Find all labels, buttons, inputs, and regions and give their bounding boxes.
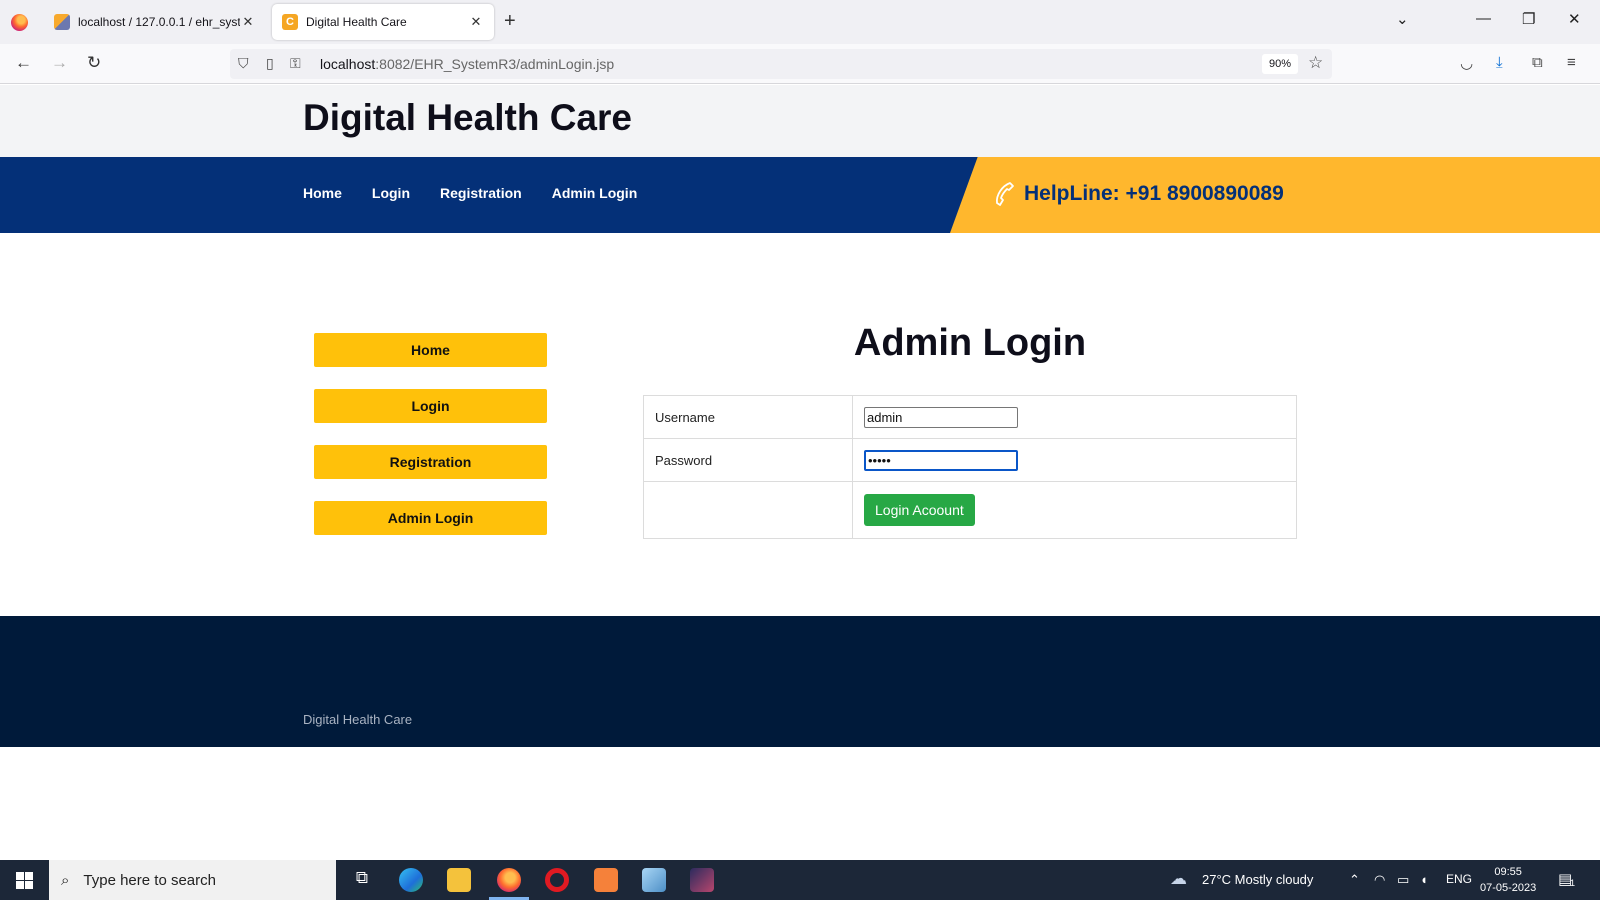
tab-title: Digital Health Care <box>306 15 407 29</box>
tab-digital-health-care[interactable]: C Digital Health Care ✕ <box>272 4 494 40</box>
close-tab-icon[interactable]: ✕ <box>468 14 484 30</box>
address-bar[interactable]: ⛉ ▯ ⚿ localhost:8082/EHR_SystemR3/adminL… <box>230 49 1332 79</box>
site-footer: Digital Health Care <box>0 616 1600 747</box>
edge-browser-icon[interactable] <box>399 868 423 892</box>
minimize-button[interactable]: — <box>1476 10 1491 27</box>
language-indicator[interactable]: ENG <box>1446 872 1472 886</box>
nav-link-login[interactable]: Login <box>372 185 410 201</box>
battery-icon[interactable]: ▭ <box>1397 872 1409 888</box>
list-all-tabs-icon[interactable]: ⌄ <box>1396 10 1409 28</box>
close-window-button[interactable]: ✕ <box>1568 10 1581 28</box>
firefox-menu-icon[interactable] <box>11 14 28 31</box>
weather-text[interactable]: 27°C Mostly cloudy <box>1202 872 1313 887</box>
volume-icon[interactable]: ◖ <box>1420 872 1428 887</box>
forward-arrow-icon[interactable]: → <box>51 53 68 73</box>
firefox-taskbar-icon[interactable] <box>497 868 521 892</box>
nav-links: Home Login Registration Admin Login <box>303 185 637 201</box>
login-account-button[interactable]: Login Acoount <box>864 494 975 526</box>
page-title: Admin Login <box>853 322 1087 364</box>
restore-button[interactable]: ❐ <box>1522 10 1535 28</box>
password-field[interactable] <box>864 449 1018 471</box>
phpmyadmin-favicon-icon <box>54 14 70 30</box>
username-field[interactable] <box>864 406 1018 428</box>
footer-text: Digital Health Care <box>303 712 413 727</box>
pocket-icon[interactable]: ◡ <box>1460 54 1473 72</box>
xampp-icon[interactable] <box>594 868 618 892</box>
url-text[interactable]: localhost:8082/EHR_SystemR3/adminLogin.j… <box>320 56 614 72</box>
network-icon[interactable]: ◠ <box>1374 872 1385 888</box>
downloads-icon[interactable]: ⤓ <box>1496 54 1503 71</box>
tab-phpmyadmin[interactable]: localhost / 127.0.0.1 / ehr_system ✕ <box>44 4 266 40</box>
login-form: Username Password Login Acoount <box>643 395 1297 539</box>
phone-icon <box>996 182 1014 206</box>
sidebar-menu: Home Login Registration Admin Login <box>314 333 547 557</box>
opera-icon[interactable] <box>545 868 569 892</box>
password-label: Password <box>643 438 853 482</box>
nav-link-home[interactable]: Home <box>303 185 342 201</box>
page-icon[interactable]: ▯ <box>266 55 274 72</box>
close-tab-icon[interactable]: ✕ <box>240 14 256 30</box>
sidebar-item-login[interactable]: Login <box>314 389 547 423</box>
site-header: Digital Health Care <box>0 85 1600 157</box>
back-arrow-icon[interactable]: ← <box>15 53 32 73</box>
shield-icon[interactable]: ⛉ <box>238 55 249 72</box>
search-icon: ⌕ <box>61 871 70 889</box>
nav-link-admin-login[interactable]: Admin Login <box>552 185 638 201</box>
site-favicon-icon: C <box>282 14 298 30</box>
extensions-icon[interactable]: ⧉ <box>1532 54 1543 71</box>
taskbar-clock[interactable]: 09:55 07-05-2023 <box>1480 864 1536 896</box>
key-icon[interactable]: ⚿ <box>290 55 301 72</box>
taskbar-search-box[interactable]: ⌕ Type here to search <box>49 860 336 900</box>
helpline: HelpLine: +91 8900890089 <box>994 181 1284 207</box>
new-tab-button[interactable]: + <box>504 11 516 31</box>
empty-cell <box>643 481 853 539</box>
site-nav-bar: Home Login Registration Admin Login Help… <box>0 157 1600 233</box>
zoom-level[interactable]: 90% <box>1262 54 1298 74</box>
sidebar-item-home[interactable]: Home <box>314 333 547 367</box>
notification-count: 1 <box>1570 878 1576 888</box>
weather-cloud-icon[interactable]: ☁ <box>1170 869 1187 889</box>
sidebar-item-registration[interactable]: Registration <box>314 445 547 479</box>
bookmark-star-icon[interactable]: ☆ <box>1308 53 1323 73</box>
nav-link-registration[interactable]: Registration <box>440 185 522 201</box>
taskbar-search-placeholder: Type here to search <box>83 871 216 889</box>
windows-taskbar: ⌕ Type here to search ⧉ ☁ 27°C Mostly cl… <box>0 860 1600 900</box>
tab-title: localhost / 127.0.0.1 / ehr_system <box>78 15 240 29</box>
file-explorer-icon[interactable] <box>447 868 471 892</box>
reload-icon[interactable]: ↻ <box>87 53 101 73</box>
helpline-text: HelpLine: +91 8900890089 <box>1024 182 1284 205</box>
show-hidden-icons-chevron-icon[interactable]: ⌃ <box>1349 872 1360 888</box>
task-view-icon[interactable]: ⧉ <box>350 868 374 892</box>
game-app-icon[interactable] <box>690 868 714 892</box>
site-title[interactable]: Digital Health Care <box>303 97 632 139</box>
menu-hamburger-icon[interactable]: ≡ <box>1567 54 1576 71</box>
sidebar-item-admin-login[interactable]: Admin Login <box>314 501 547 535</box>
notepad-icon[interactable] <box>642 868 666 892</box>
start-button-icon[interactable] <box>16 872 33 889</box>
browser-nav-bar: ← → ↻ ⛉ ▯ ⚿ localhost:8082/EHR_SystemR3/… <box>0 44 1600 84</box>
browser-tab-bar: localhost / 127.0.0.1 / ehr_system ✕ C D… <box>0 0 1600 44</box>
username-label: Username <box>643 395 853 439</box>
clock-time: 09:55 <box>1494 866 1522 878</box>
clock-date: 07-05-2023 <box>1480 882 1537 894</box>
